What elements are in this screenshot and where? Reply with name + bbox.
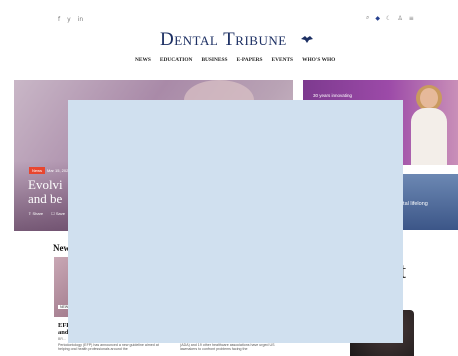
article-excerpt: Periodontology (EFP) has announced a new…: [58, 343, 159, 352]
page: f y in ⌕ ◆ ☾ ♙ ≡ Dental Tribune NEWS EDU…: [0, 0, 458, 356]
social-links: f y in: [58, 16, 83, 23]
nav-business[interactable]: BUSINESS: [201, 57, 227, 63]
twitter-icon[interactable]: y: [67, 16, 71, 23]
article2-excerpt: (ADA) and 19 other healthcare associatio…: [180, 343, 275, 352]
nav-news[interactable]: NEWS: [135, 57, 151, 63]
linkedin-icon[interactable]: in: [78, 16, 83, 23]
share-button[interactable]: ⇪ Share: [28, 211, 43, 216]
search-icon[interactable]: ⌕: [366, 14, 369, 22]
nav-e-papers[interactable]: E-PAPERS: [237, 57, 263, 63]
logo-emblem-icon: [301, 36, 313, 43]
bell-icon: ◆: [375, 14, 380, 22]
hero-title-line1: Evolvi: [28, 177, 63, 192]
menu-icon[interactable]: ≡: [409, 15, 414, 22]
save-label: Save: [55, 211, 65, 216]
nav-whos-who[interactable]: WHO'S WHO: [302, 57, 335, 63]
nav-education[interactable]: EDUCATION: [160, 57, 193, 63]
notification-icon[interactable]: ◆: [375, 15, 380, 22]
category-badge[interactable]: News: [29, 167, 46, 174]
facebook-icon[interactable]: f: [58, 16, 60, 23]
modal-overlay[interactable]: [68, 100, 403, 343]
promo1-person-image: [411, 85, 447, 165]
save-button[interactable]: ☐ Save: [51, 211, 65, 216]
nav-events[interactable]: EVENTS: [271, 57, 293, 63]
site-logo[interactable]: Dental Tribune: [160, 29, 287, 51]
share-label: Share: [32, 211, 44, 216]
user-icon[interactable]: ♙: [397, 15, 402, 22]
hero-title[interactable]: Evolvi and be: [28, 178, 63, 206]
article-date: BR...: [58, 337, 66, 341]
hero-actions: ⇪ Share ☐ Save: [28, 211, 65, 216]
main-nav: NEWS EDUCATION BUSINESS E-PAPERS EVENTS …: [135, 57, 335, 63]
hero-title-line2: and be: [28, 191, 63, 206]
utility-icons: ⌕ ◆ ☾ ♙ ≡: [366, 14, 414, 22]
promo2-text: ntal lifelong: [400, 201, 428, 207]
dark-mode-icon[interactable]: ☾: [386, 15, 391, 22]
promo1-text: 30 years innovating: [313, 93, 353, 98]
